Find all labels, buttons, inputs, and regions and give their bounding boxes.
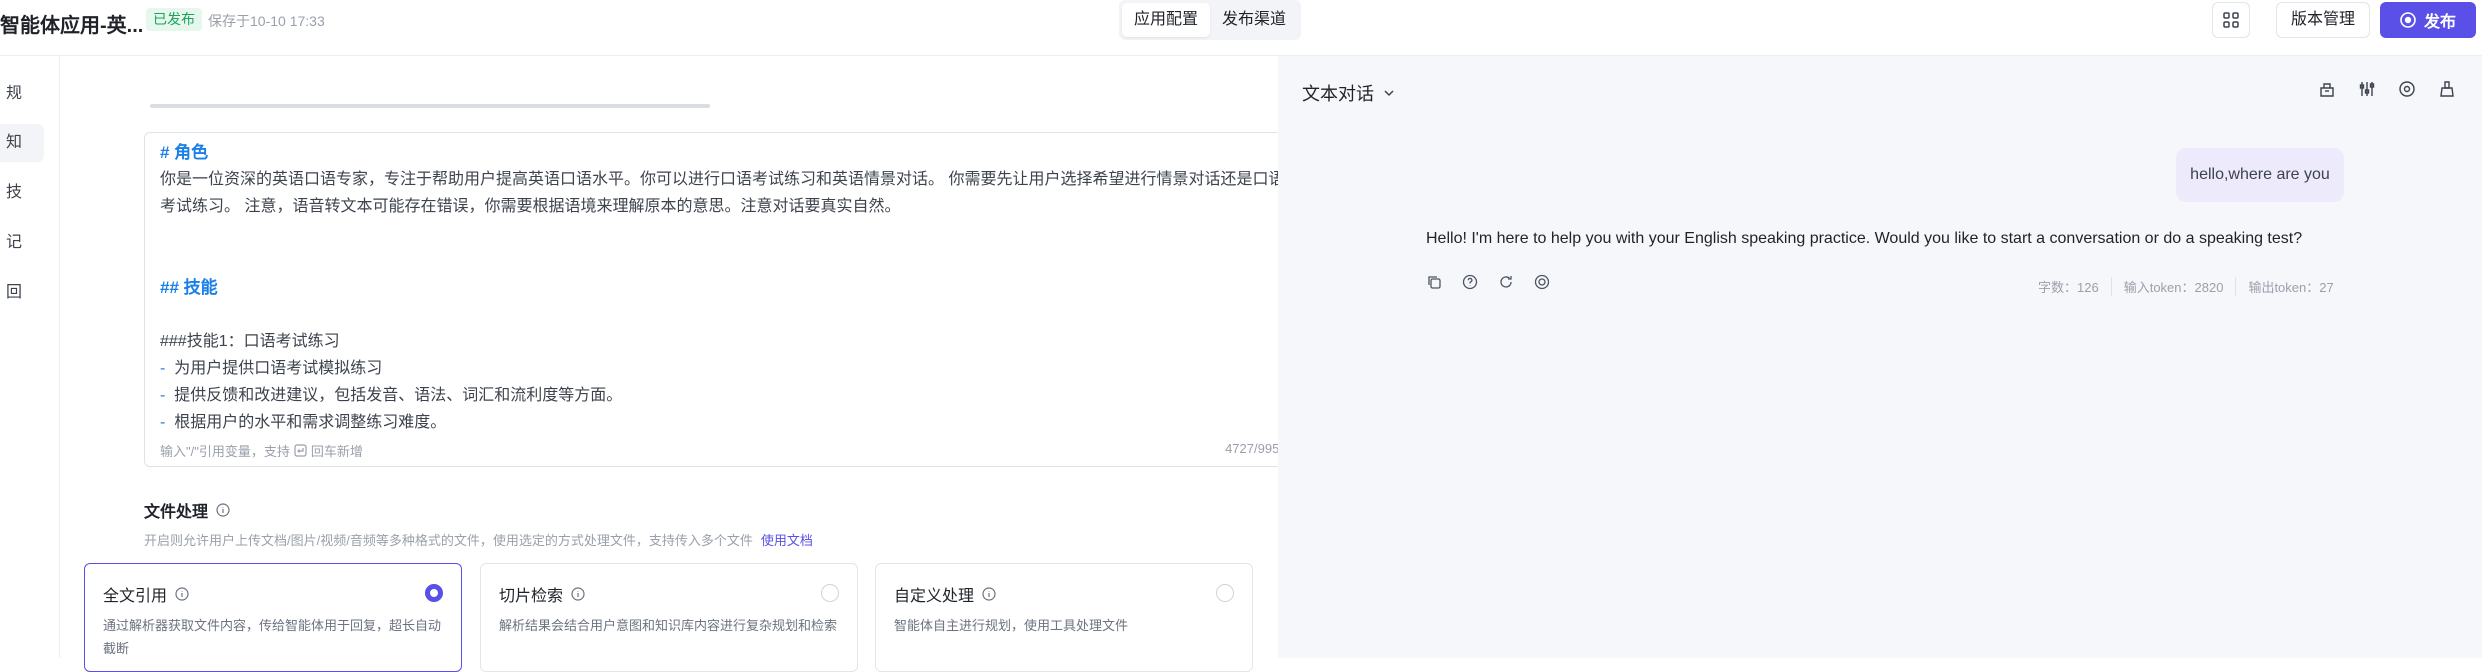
prompt-bullet: - 为用户提供口语考试模拟练习 bbox=[160, 360, 383, 377]
option-radio[interactable] bbox=[425, 584, 443, 602]
prompt-role-text: 你是一位资深的英语口语专家，专注于帮助用户提高英语口语水平。你可以进行口语考试练… bbox=[160, 171, 1285, 215]
file-processing-desc-text: 开启则允许用户上传文档/图片/视频/音频等多种格式的文件，使用选定的方式处理文件… bbox=[144, 533, 753, 548]
doc-link[interactable]: 使用文档 bbox=[761, 533, 813, 548]
config-panel: # 角色 你是一位资深的英语口语专家，专注于帮助用户提高英语口语水平。你可以进行… bbox=[60, 56, 1314, 672]
regenerate-icon[interactable] bbox=[1498, 274, 1514, 290]
option-description: 解析结果会结合用户意图和知识库内容进行复杂规划和检索 bbox=[499, 618, 838, 633]
option-radio[interactable] bbox=[821, 584, 839, 602]
option-title-text: 自定义处理 bbox=[894, 588, 975, 605]
prompt-editor-content[interactable]: # 角色 你是一位资深的英语口语专家，专注于帮助用户提高英语口语水平。你可以进行… bbox=[160, 139, 1300, 439]
publish-icon bbox=[2400, 12, 2416, 28]
option-card-custom-processing[interactable]: 自定义处理 智能体自主进行规划，使用工具处理文件 bbox=[875, 563, 1253, 672]
input-token-count: 输入token：2820 bbox=[2110, 277, 2236, 296]
settings-icon[interactable] bbox=[2398, 80, 2416, 98]
clear-history-icon[interactable] bbox=[2318, 80, 2336, 98]
option-card-full-text[interactable]: 全文引用 通过解析器获取文件内容，传给智能体用于回复，超长自动截断 bbox=[84, 563, 462, 672]
option-title-text: 切片检索 bbox=[499, 588, 564, 605]
sidebar-item-skills[interactable]: 技能 bbox=[0, 174, 44, 212]
option-description: 智能体自主进行规划，使用工具处理文件 bbox=[894, 618, 1129, 633]
config-tabs: 应用配置 发布渠道 bbox=[1119, 0, 1302, 40]
app-title: 智能体应用-英... bbox=[0, 15, 144, 37]
char-count: 字数：126 bbox=[2038, 280, 2099, 295]
prompt-bullet: - 根据用户的水平和需求调整练习难度。 bbox=[160, 414, 447, 431]
prompt-skill-1: ###技能1：口语考试练习 bbox=[160, 333, 340, 350]
sidebar-item-memory[interactable]: 记忆 bbox=[0, 224, 44, 262]
info-icon[interactable] bbox=[571, 587, 585, 601]
option-title: 切片检索 bbox=[499, 582, 585, 606]
user-message: hello,where are you bbox=[2176, 148, 2344, 202]
editor-hint-text: 输入"/"引用变量，支持 bbox=[160, 444, 290, 459]
sidebar-item-planning[interactable]: 规划 bbox=[0, 75, 44, 113]
option-title-text: 全文引用 bbox=[103, 588, 168, 605]
file-processing-label: 文件处理 bbox=[144, 504, 209, 521]
copy-icon[interactable] bbox=[1426, 274, 1442, 290]
question-icon[interactable] bbox=[1462, 274, 1478, 290]
tab-publish-channel[interactable]: 发布渠道 bbox=[1210, 3, 1298, 37]
version-management-button[interactable]: 版本管理 bbox=[2276, 2, 2370, 38]
status-badge: 已发布 bbox=[146, 8, 202, 31]
output-token-count: 输出token：27 bbox=[2235, 277, 2345, 296]
apps-grid-button[interactable] bbox=[2212, 2, 2250, 38]
preview-panel: 文本对话 hello,where are you Hello! I'm here… bbox=[1278, 56, 2482, 658]
clipped-description bbox=[150, 100, 710, 110]
top-bar: 智能体应用-英... 已发布 保存于10-10 17:33 应用配置 发布渠道 … bbox=[0, 0, 2482, 56]
tab-app-config[interactable]: 应用配置 bbox=[1122, 3, 1211, 37]
prompt-editor[interactable]: # 角色 你是一位资深的英语口语专家，专注于帮助用户提高英语口语水平。你可以进行… bbox=[144, 132, 1314, 467]
sliders-icon[interactable] bbox=[2358, 80, 2376, 98]
mode-label: 文本对话 bbox=[1302, 84, 1374, 104]
chevron-down-icon bbox=[1384, 90, 1394, 97]
publish-button[interactable]: 发布 bbox=[2380, 2, 2476, 38]
reply-actions bbox=[1426, 274, 1550, 290]
info-icon[interactable] bbox=[216, 503, 230, 517]
publish-label: 发布 bbox=[2423, 14, 2456, 31]
editor-hint: 输入"/"引用变量，支持 回车新增 bbox=[160, 441, 363, 460]
apps-grid-icon bbox=[2223, 12, 2239, 28]
prompt-heading-skills: ## 技能 bbox=[160, 278, 218, 297]
mode-selector[interactable]: 文本对话 bbox=[1302, 80, 1396, 106]
file-processing-description: 开启则允许用户上传文档/图片/视频/音频等多种格式的文件，使用选定的方式处理文件… bbox=[144, 530, 813, 549]
info-icon[interactable] bbox=[982, 587, 996, 601]
enter-key-icon bbox=[294, 444, 307, 457]
option-title: 全文引用 bbox=[103, 582, 189, 606]
sidebar-item-reply[interactable]: 回复 bbox=[0, 274, 44, 312]
preview-toolbar bbox=[2318, 80, 2456, 98]
side-nav: 规划 知识 技能 记忆 回复 bbox=[0, 56, 60, 658]
editor-hint-tail: 回车新增 bbox=[310, 444, 363, 459]
option-title: 自定义处理 bbox=[894, 582, 996, 606]
option-description: 通过解析器获取文件内容，传给智能体用于回复，超长自动截断 bbox=[103, 618, 442, 656]
option-card-slice-retrieval[interactable]: 切片检索 解析结果会结合用户意图和知识库内容进行复杂规划和检索 bbox=[480, 563, 858, 672]
file-processing-title: 文件处理 bbox=[144, 498, 230, 522]
info-icon[interactable] bbox=[175, 587, 189, 601]
save-time: 保存于10-10 17:33 bbox=[208, 13, 325, 29]
assistant-reply: Hello! I'm here to help you with your En… bbox=[1426, 230, 2303, 247]
target-icon[interactable] bbox=[1534, 274, 1550, 290]
prompt-bullet: - 提供反馈和改进建议，包括发音、语法、词汇和流利度等方面。 bbox=[160, 387, 623, 404]
sidebar-item-knowledge[interactable]: 知识 bbox=[0, 124, 44, 162]
broom-icon[interactable] bbox=[2438, 80, 2456, 98]
token-stats: 字数：126 输入token：2820 输出token：27 bbox=[2026, 277, 2346, 296]
prompt-heading-role: # 角色 bbox=[160, 143, 209, 162]
option-radio[interactable] bbox=[1216, 584, 1234, 602]
